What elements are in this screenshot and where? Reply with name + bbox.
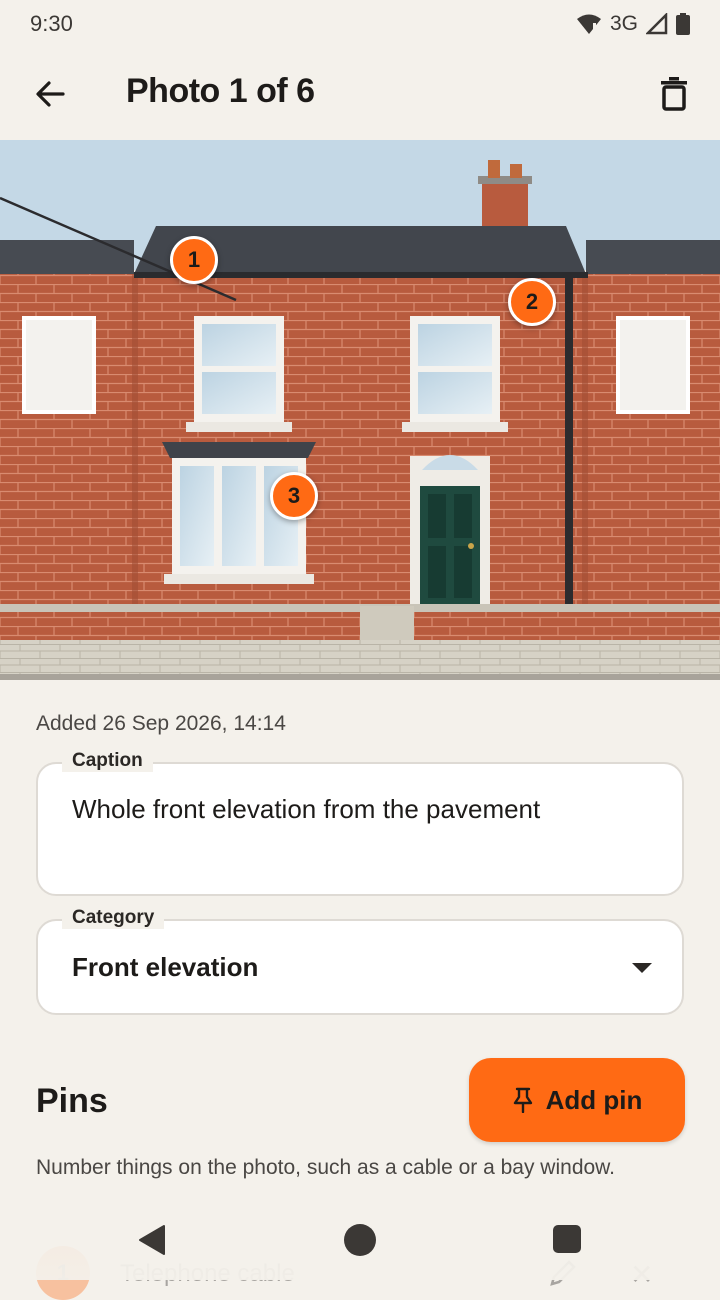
nav-back-icon[interactable] (138, 1224, 166, 1256)
pin-icon (513, 1087, 532, 1113)
cellular-signal-icon (646, 13, 668, 35)
back-button[interactable] (22, 70, 78, 118)
network-type: 3G (609, 12, 638, 35)
arrow-left-icon (36, 81, 65, 107)
caption-field[interactable]: Caption Whole front elevation from the p… (36, 750, 684, 896)
photo-pin-3[interactable]: 3 (270, 472, 318, 520)
battery-icon (676, 13, 690, 35)
pins-heading: Pins (36, 1082, 108, 1120)
added-timestamp: Added 26 Sep 2026, 14:14 (36, 712, 286, 735)
category-label: Category (62, 907, 165, 929)
category-value: Front elevation (72, 952, 259, 982)
trash-icon (661, 77, 687, 111)
app-bar: Photo 1 of 6 (0, 48, 720, 140)
house-photo[interactable]: 1 2 3 (0, 140, 720, 680)
status-icons: 3G (576, 12, 690, 36)
photo-illustration (0, 140, 720, 680)
status-bar: 9:30 3G (0, 0, 720, 48)
delete-button[interactable] (646, 68, 702, 120)
caption-label: Caption (62, 750, 153, 772)
add-pin-button[interactable]: Add pin (469, 1058, 685, 1142)
caption-input[interactable]: Whole front elevation from the pavement (72, 794, 540, 825)
nav-home-icon[interactable] (344, 1224, 376, 1256)
add-pin-label: Add pin (545, 1084, 643, 1115)
photo-pin-2[interactable]: 2 (508, 278, 556, 326)
chevron-down-icon (632, 963, 652, 973)
page-title: Photo 1 of 6 (126, 72, 315, 110)
photo-pin-1[interactable]: 1 (170, 236, 218, 284)
system-nav-bar (0, 1206, 720, 1280)
wifi-alert-icon (576, 14, 601, 34)
status-time: 9:30 (30, 11, 73, 36)
category-select[interactable]: Category Front elevation (36, 907, 684, 1015)
nav-recents-icon[interactable] (553, 1225, 581, 1253)
